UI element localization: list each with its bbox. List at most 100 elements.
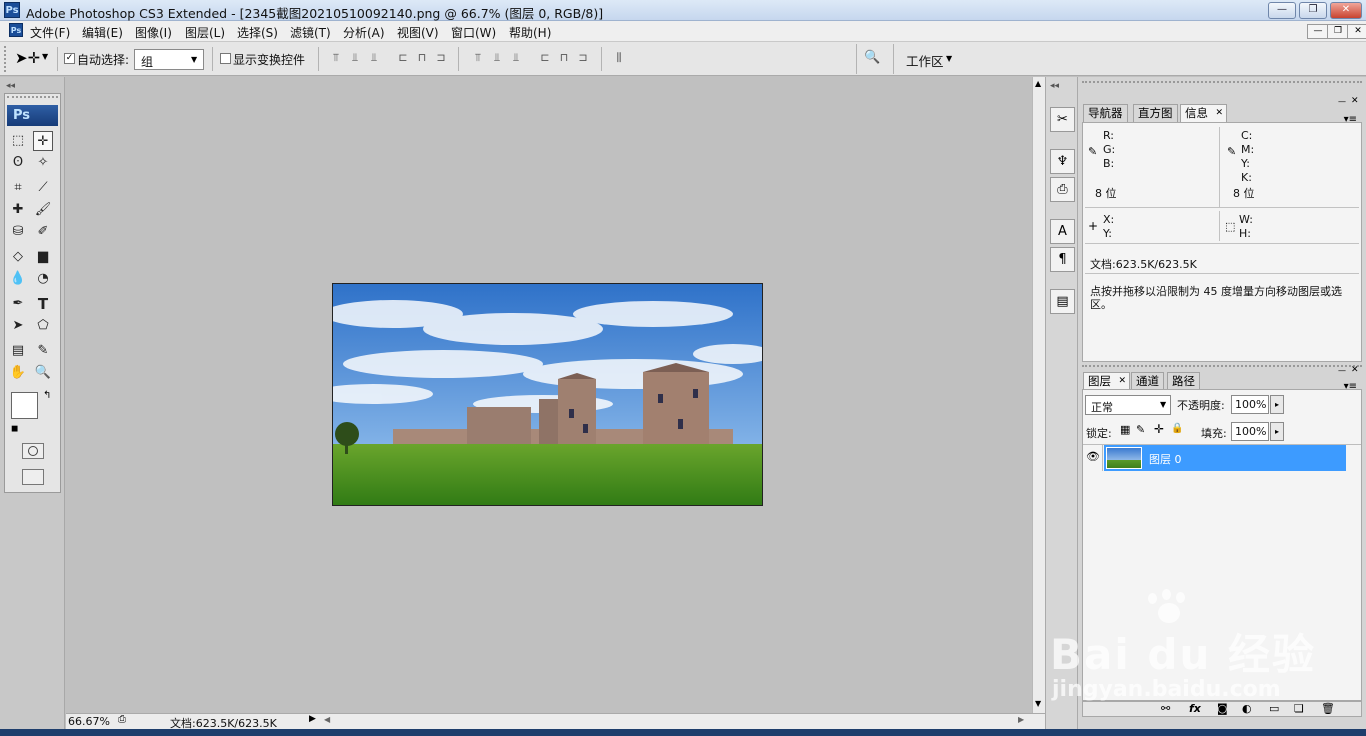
shape-icon[interactable]: ⬠: [33, 316, 53, 336]
fill-slider-button[interactable]: ▸: [1270, 422, 1284, 441]
doc-minimize-button[interactable]: —: [1307, 24, 1329, 39]
collapse-icon[interactable]: ◂◂: [6, 81, 15, 91]
hand-icon[interactable]: ✋: [8, 363, 28, 383]
minimize-button[interactable]: —: [1268, 2, 1296, 19]
distribute-left-icon[interactable]: ⊏: [538, 51, 552, 65]
options-grip[interactable]: [4, 46, 10, 72]
tab-paths[interactable]: 路径: [1167, 372, 1200, 390]
layer-row[interactable]: 图层 0: [1104, 445, 1346, 471]
notes-icon[interactable]: ▤: [8, 341, 28, 361]
blur-icon[interactable]: 💧: [8, 269, 28, 289]
zoom-icon[interactable]: 🔍: [33, 363, 53, 383]
distribute-bottom-icon[interactable]: ⫫: [509, 51, 523, 65]
distribute-hcenter-icon[interactable]: ⊓: [557, 51, 571, 65]
fill-input[interactable]: 100%: [1231, 422, 1269, 441]
magic-wand-icon[interactable]: ✧: [33, 153, 53, 173]
align-hcenter-icon[interactable]: ⊓: [415, 51, 429, 65]
align-top-icon[interactable]: ⫪: [329, 51, 343, 65]
status-menu-icon[interactable]: ⎙: [118, 714, 126, 725]
brushes-icon[interactable]: ⎙: [1050, 177, 1075, 202]
distribute-right-icon[interactable]: ⊐: [576, 51, 590, 65]
screen-mode-button[interactable]: [22, 469, 44, 485]
doc-restore-button[interactable]: ❐: [1327, 24, 1349, 39]
tab-layers[interactable]: 图层 ✕: [1083, 372, 1130, 390]
lock-transparent-icon[interactable]: ▦: [1120, 423, 1130, 436]
swap-colors-icon[interactable]: ↰: [43, 390, 51, 401]
character-icon[interactable]: A: [1050, 219, 1075, 244]
default-colors-icon[interactable]: ◼: [11, 424, 18, 434]
menu-select[interactable]: 选择(S): [237, 24, 278, 41]
align-vcenter-icon[interactable]: ⫫: [348, 51, 362, 65]
text-icon[interactable]: T: [33, 294, 53, 314]
opacity-slider-button[interactable]: ▸: [1270, 395, 1284, 414]
layer-name[interactable]: 图层 0: [1149, 451, 1182, 467]
tool-presets-icon[interactable]: ✂: [1050, 107, 1075, 132]
dodge-icon[interactable]: ◔: [33, 269, 53, 289]
menu-help[interactable]: 帮助(H): [509, 24, 551, 41]
close-button[interactable]: ✕: [1330, 2, 1362, 19]
tab-info[interactable]: 信息 ✕: [1180, 104, 1227, 122]
panel-menu-icon[interactable]: ▾≡: [1344, 114, 1357, 125]
toolbox-logo[interactable]: Ps: [7, 105, 58, 126]
scroll-left-icon[interactable]: ◀: [324, 715, 330, 724]
auto-select-dropdown[interactable]: 组 ▼: [134, 49, 204, 70]
menu-file[interactable]: 文件(F): [30, 24, 70, 41]
maximize-button[interactable]: ❐: [1299, 2, 1327, 19]
menu-analysis[interactable]: 分析(A): [343, 24, 385, 41]
menu-edit[interactable]: 编辑(E): [82, 24, 123, 41]
auto-align-layers-icon[interactable]: ⫼: [612, 51, 626, 65]
clone-source-icon[interactable]: ♆: [1050, 149, 1075, 174]
eraser-icon[interactable]: ◇: [8, 247, 28, 267]
status-arrow-icon[interactable]: ▶: [309, 714, 316, 724]
menu-filter[interactable]: 滤镜(T): [290, 24, 331, 41]
align-left-icon[interactable]: ⊏: [396, 51, 410, 65]
doc-close-button[interactable]: ✕: [1347, 24, 1366, 39]
crop-icon[interactable]: ⌗: [8, 178, 28, 198]
distribute-top-icon[interactable]: ⫪: [471, 51, 485, 65]
brush-icon[interactable]: 🖌: [33, 200, 53, 220]
stamp-icon[interactable]: ⛁: [8, 222, 28, 242]
toolbox-grip[interactable]: [7, 96, 58, 98]
slice-icon[interactable]: ⟋: [33, 178, 53, 198]
lock-position-icon[interactable]: ✛: [1154, 422, 1164, 436]
lock-pixels-icon[interactable]: ✎: [1136, 423, 1145, 436]
align-bottom-icon[interactable]: ⫫: [367, 51, 381, 65]
zoom-level[interactable]: 66.67%: [68, 715, 110, 728]
eyedropper-icon[interactable]: ✎: [33, 341, 53, 361]
lasso-icon[interactable]: ʘ: [8, 153, 28, 173]
panel-close-icon[interactable]: ✕: [1351, 365, 1359, 375]
distribute-vcenter-icon[interactable]: ⫫: [490, 51, 504, 65]
path-select-icon[interactable]: ➤: [8, 316, 28, 336]
tab-histogram[interactable]: 直方图: [1133, 104, 1178, 122]
vertical-scrollbar[interactable]: ▲ ▼: [1032, 77, 1045, 713]
panel-grip[interactable]: [1082, 81, 1362, 83]
panel-grip[interactable]: [1082, 365, 1362, 367]
show-transform-checkbox[interactable]: [220, 53, 231, 64]
menu-window[interactable]: 窗口(W): [451, 24, 496, 41]
opacity-input[interactable]: 100%: [1231, 395, 1269, 414]
quick-mask-button[interactable]: [22, 443, 44, 459]
pen-icon[interactable]: ✒: [8, 294, 28, 314]
panel-minimize-icon[interactable]: —: [1338, 366, 1346, 375]
foreground-color-swatch[interactable]: [11, 392, 38, 419]
layer-comps-icon[interactable]: ▤: [1050, 289, 1075, 314]
panel-close-icon[interactable]: ✕: [1351, 96, 1359, 106]
scroll-right-icon[interactable]: ▶: [1018, 715, 1024, 724]
expand-icon[interactable]: ◂◂: [1050, 81, 1059, 91]
workspace-button[interactable]: 工作区: [906, 51, 944, 70]
move-tool-preset-icon[interactable]: ➤✛: [15, 49, 40, 67]
tab-channels[interactable]: 通道: [1131, 372, 1164, 390]
auto-select-checkbox[interactable]: ✓: [64, 53, 75, 64]
panel-menu-icon[interactable]: ▾≡: [1344, 381, 1357, 392]
preset-dropdown-arrow-icon[interactable]: ▼: [42, 52, 48, 61]
healing-icon[interactable]: ✚: [8, 200, 28, 220]
blend-mode-select[interactable]: 正常 ▼: [1085, 395, 1171, 415]
bridge-icon[interactable]: 🔍: [864, 50, 886, 66]
scroll-down-icon[interactable]: ▼: [1035, 699, 1041, 708]
close-icon[interactable]: ✕: [1118, 373, 1126, 389]
move-icon[interactable]: ✛: [33, 131, 53, 151]
history-brush-icon[interactable]: ✐: [33, 222, 53, 242]
lock-all-icon[interactable]: 🔒: [1171, 423, 1183, 434]
tab-navigator[interactable]: 导航器: [1083, 104, 1128, 122]
align-right-icon[interactable]: ⊐: [434, 51, 448, 65]
